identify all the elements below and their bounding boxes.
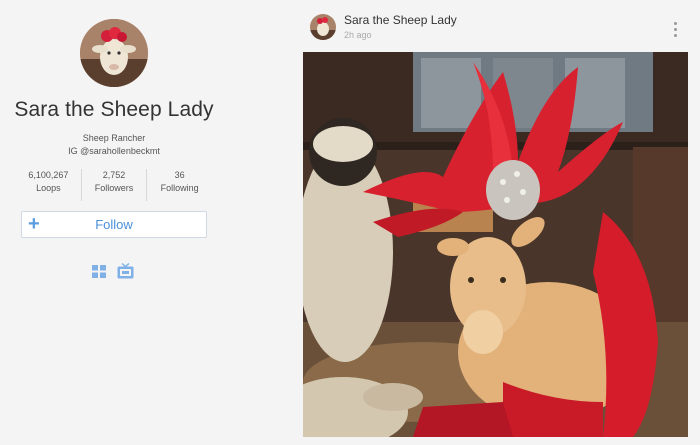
stat-following[interactable]: 36 Following [146, 169, 212, 201]
stat-followers[interactable]: 2,752 Followers [80, 169, 147, 201]
avatar-image [80, 19, 148, 87]
bio-occupation: Sheep Rancher [82, 133, 146, 143]
avatar-image [310, 14, 336, 40]
stat-value: 2,752 [102, 170, 126, 180]
stat-label: Followers [94, 183, 134, 193]
plus-icon: + [28, 213, 40, 235]
stat-label: Loops [36, 183, 61, 193]
post-card: Sara the Sheep Lady 2h ago [302, 0, 700, 445]
stat-loops: 6,100,267 Loops [16, 169, 81, 201]
view-switcher [92, 263, 136, 279]
post-header: Sara the Sheep Lady 2h ago [302, 0, 700, 52]
follow-label: Follow [95, 217, 133, 232]
stat-label: Following [160, 183, 199, 193]
stat-value: 36 [174, 170, 185, 180]
tv-icon[interactable] [117, 263, 134, 279]
goat-costume-image [303, 52, 688, 437]
profile-avatar[interactable] [80, 19, 148, 87]
profile-bio: Sheep Rancher IG @sarahollenbeckmt [0, 132, 228, 158]
post-author-name[interactable]: Sara the Sheep Lady [344, 13, 457, 27]
more-options-icon[interactable] [672, 22, 678, 40]
follow-button[interactable]: + Follow [21, 211, 207, 238]
post-video[interactable] [303, 52, 688, 437]
profile-name: Sara the Sheep Lady [14, 98, 214, 121]
profile-stats: 6,100,267 Loops 2,752 Followers 36 Follo… [16, 169, 212, 201]
post-author-avatar[interactable] [310, 14, 336, 40]
bio-instagram: IG @sarahollenbeckmt [68, 146, 160, 156]
stat-value: 6,100,267 [28, 170, 69, 180]
profile-panel: Sara the Sheep Lady Sheep Rancher IG @sa… [0, 0, 228, 445]
grid-icon[interactable] [92, 265, 107, 279]
post-timestamp: 2h ago [344, 30, 372, 40]
